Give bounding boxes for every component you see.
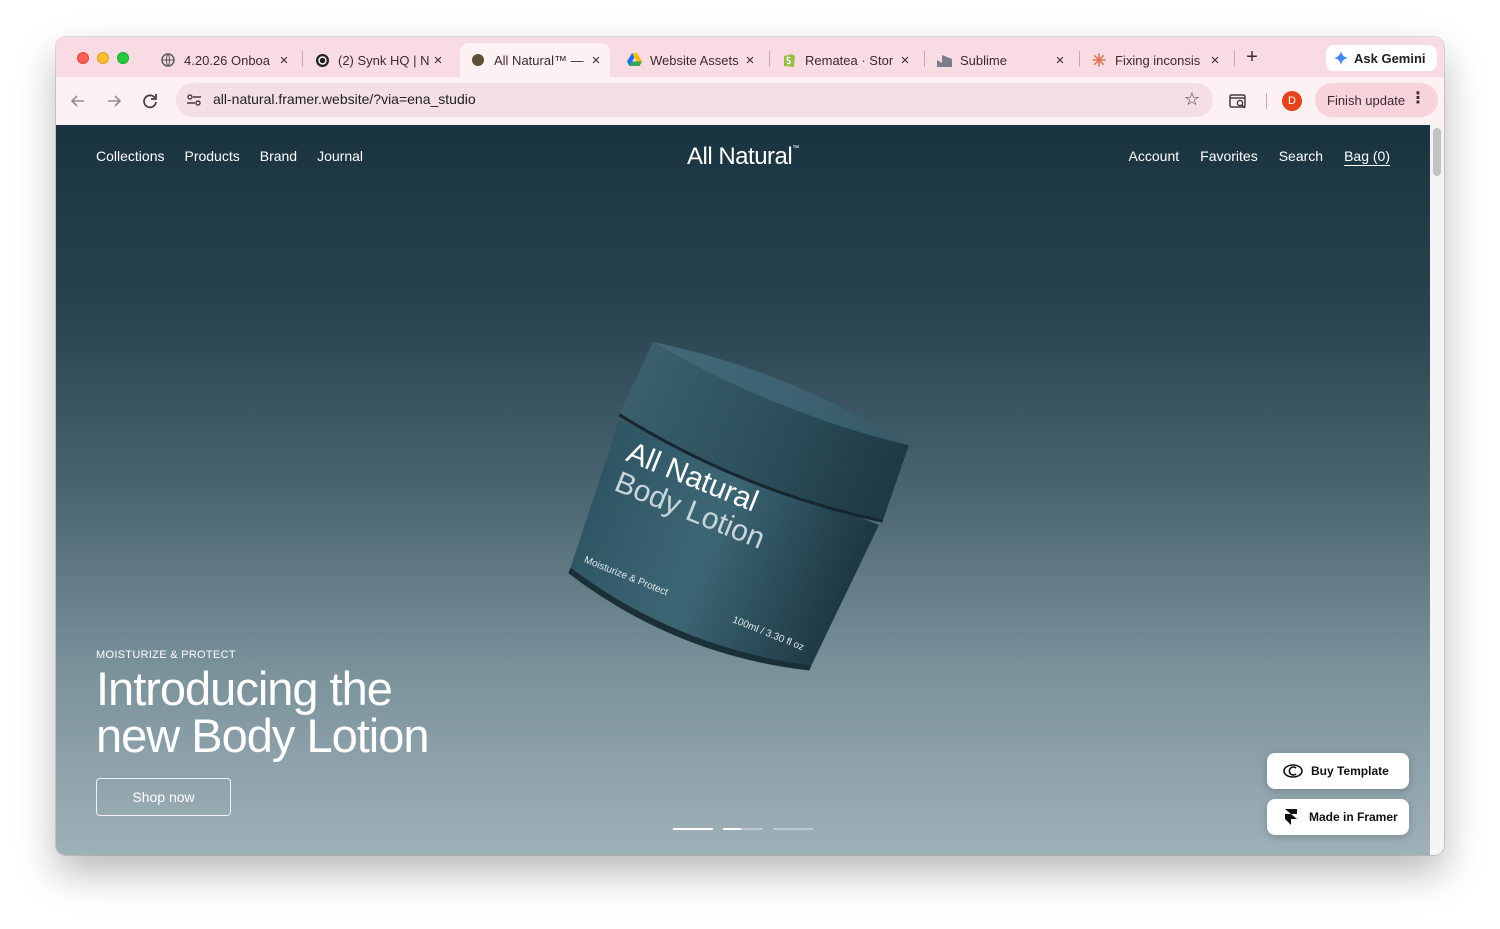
close-tab-icon[interactable]: × [430, 52, 446, 69]
nav-brand[interactable]: Brand [260, 148, 297, 164]
close-tab-icon[interactable]: × [1052, 52, 1068, 69]
made-in-framer-button[interactable]: Made in Framer [1267, 799, 1409, 835]
reload-button[interactable] [139, 90, 161, 112]
nav-collections[interactable]: Collections [96, 148, 164, 164]
hero-headline-line1: Introducing the [96, 662, 393, 715]
secondary-nav: Account Favorites Search Bag (0) [1129, 148, 1390, 166]
tab-onboarding[interactable]: 4.20.26 Onboa × [150, 43, 298, 77]
menu-dots-icon[interactable]: ⋮ [1410, 91, 1426, 107]
claude-icon [1091, 52, 1107, 68]
maximize-window-button[interactable] [117, 52, 129, 64]
tab-title: Sublime [960, 52, 1007, 68]
new-tab-button[interactable]: + [1242, 47, 1262, 67]
slide-indicator-3[interactable] [773, 828, 813, 830]
ask-gemini-button[interactable]: Ask Gemini [1326, 45, 1437, 71]
url-text[interactable]: all-natural.framer.website/?via=ena_stud… [213, 91, 476, 107]
browser-toolbar: all-natural.framer.website/?via=ena_stud… [56, 77, 1444, 125]
nav-bag[interactable]: Bag (0) [1344, 148, 1390, 166]
web-page: Collections Products Brand Journal All N… [56, 125, 1430, 855]
product-jar-image: All Natural Body Lotion Moisturize & Pro… [568, 342, 909, 671]
made-in-framer-label: Made in Framer [1309, 810, 1398, 824]
tab-search-button[interactable] [1227, 90, 1249, 112]
close-tab-icon[interactable]: × [588, 52, 604, 69]
minimize-window-button[interactable] [97, 52, 109, 64]
close-window-button[interactable] [77, 52, 89, 64]
address-bar[interactable]: all-natural.framer.website/?via=ena_stud… [176, 83, 1213, 117]
globe-icon [160, 52, 176, 68]
nav-account[interactable]: Account [1129, 148, 1180, 166]
tab-claude[interactable]: Fixing inconsis × [1081, 43, 1229, 77]
hero-eyebrow: MOISTURIZE & PROTECT [96, 649, 236, 661]
tab-title: Rematea · Stor [805, 52, 894, 68]
hero-headline: Introducing the new Body Lotion [96, 662, 430, 762]
tab-title: Fixing inconsis [1115, 52, 1201, 68]
tab-strip: 4.20.26 Onboa × (2) Synk HQ | N × All Na… [56, 37, 1444, 77]
profile-avatar[interactable]: D [1282, 91, 1302, 111]
close-tab-icon[interactable]: × [742, 52, 758, 69]
page-scrollbar[interactable] [1430, 125, 1444, 855]
tab-synk[interactable]: (2) Synk HQ | N × [304, 43, 452, 77]
site-settings-icon[interactable] [186, 92, 202, 108]
browser-window: 4.20.26 Onboa × (2) Synk HQ | N × All Na… [56, 37, 1444, 855]
close-tab-icon[interactable]: × [897, 52, 913, 69]
arrow-right-icon [108, 95, 122, 107]
nav-journal[interactable]: Journal [317, 148, 363, 164]
buy-template-label: Buy Template [1311, 764, 1389, 778]
tab-title: 4.20.26 Onboa [184, 52, 271, 68]
site-logo[interactable]: All Natural™ [687, 143, 799, 171]
tab-website-assets[interactable]: Website Assets × [616, 43, 764, 77]
framer-logo-icon [1281, 807, 1301, 827]
back-button[interactable] [67, 90, 89, 112]
tab-all-natural[interactable]: All Natural™ — × [460, 43, 610, 77]
nav-products[interactable]: Products [184, 148, 239, 164]
arrow-left-icon [70, 95, 84, 107]
tab-sublime[interactable]: Sublime × [926, 43, 1074, 77]
tab-rematea[interactable]: Rematea · Stor × [771, 43, 919, 77]
framer-template-icon [1283, 761, 1303, 781]
ask-gemini-label: Ask Gemini [1354, 50, 1426, 66]
close-tab-icon[interactable]: × [276, 52, 292, 69]
tab-title: All Natural™ — [494, 52, 584, 68]
tab-title: Website Assets [650, 52, 739, 68]
bookmark-star-icon[interactable]: ☆ [1184, 89, 1200, 110]
sublime-icon [936, 52, 952, 68]
shop-now-button[interactable]: Shop now [96, 778, 231, 816]
scrollbar-thumb[interactable] [1433, 128, 1441, 176]
synk-icon [314, 52, 330, 68]
primary-nav: Collections Products Brand Journal [96, 148, 363, 164]
tab-search-icon [1229, 94, 1246, 109]
nav-favorites[interactable]: Favorites [1200, 148, 1258, 166]
google-drive-icon [626, 52, 642, 68]
slide-indicator-2[interactable] [723, 828, 763, 830]
finish-update-label: Finish update [1327, 92, 1406, 108]
finish-update-button[interactable]: Finish update ⋮ [1315, 83, 1438, 117]
slide-indicator-1[interactable] [673, 828, 713, 830]
tab-title: (2) Synk HQ | N [338, 52, 430, 68]
hero-headline-line2: new Body Lotion [96, 709, 430, 762]
reload-icon [143, 94, 157, 109]
logo-trademark: ™ [792, 145, 799, 152]
shopify-icon [781, 52, 797, 68]
site-icon [470, 52, 486, 68]
nav-search[interactable]: Search [1279, 148, 1323, 166]
buy-template-button[interactable]: Buy Template [1267, 753, 1409, 789]
close-tab-icon[interactable]: × [1207, 52, 1223, 69]
forward-button[interactable] [103, 90, 125, 112]
logo-text: All Natural [687, 143, 793, 170]
gemini-sparkle-icon [1334, 51, 1348, 65]
